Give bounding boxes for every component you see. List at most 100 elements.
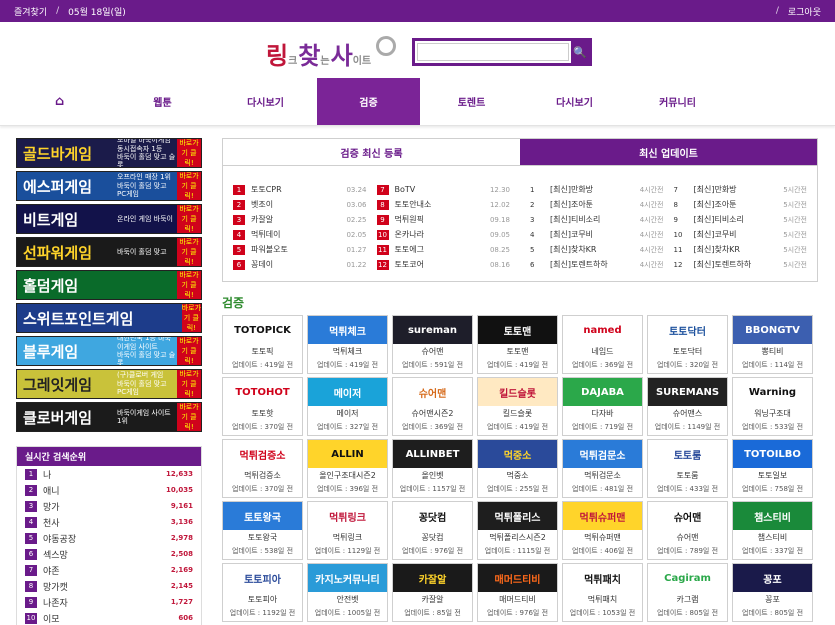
banner-cta[interactable]: 바로가기 클릭! — [177, 238, 201, 266]
rank-row[interactable]: 3 망가 9,161 — [17, 498, 201, 514]
list-item[interactable]: 8 토토안내소 12.02 — [376, 197, 510, 212]
site-card[interactable]: 먹튀링크 먹튀링크 업데이트 : 1129일 전 — [307, 501, 388, 560]
ad-banner[interactable]: 에스퍼게임 오프라인 매장 1위 바둑이 홀덤 맞고 PC게임 바로가기 클릭! — [16, 171, 202, 201]
banner-cta[interactable]: 바로가기 클릭! — [177, 370, 201, 398]
list-item[interactable]: 6 꽁데이 01.22 — [233, 257, 367, 272]
site-card[interactable]: DAJABA 다자바 업데이트 : 719일 전 — [562, 377, 643, 436]
bookmark-link[interactable]: 즐겨찾기 — [14, 5, 47, 18]
site-card[interactable]: sureman 슈어맨 업데이트 : 591일 전 — [392, 315, 473, 374]
banner-cta[interactable]: 바로가기 클릭! — [177, 403, 201, 431]
list-item[interactable]: 12 토토코어 08.16 — [376, 257, 510, 272]
site-card[interactable]: BBONGTV 뽕티비 업데이트 : 114일 전 — [732, 315, 813, 374]
list-item[interactable]: 3 [최신]티비소리 4시간전 — [530, 212, 664, 227]
nav-item[interactable]: 웹툰 — [111, 78, 214, 125]
list-item[interactable]: 3 카잘알 02.25 — [233, 212, 367, 227]
ad-banner[interactable]: 클로버게임 바둑이게임 사이트 1위 바로가기 클릭! — [16, 402, 202, 432]
rank-row[interactable]: 9 나존자 1,727 — [17, 594, 201, 610]
site-card[interactable]: 토토왕국 토토왕국 업데이트 : 538일 전 — [222, 501, 303, 560]
list-item[interactable]: 11 토토에그 08.25 — [376, 242, 510, 257]
recent-title[interactable]: 검증 최신 등록 — [223, 139, 520, 166]
ad-banner[interactable]: 골드바게임 모바일 바둑이게임 동시접속자 1등 바둑이 홀덤 맞고 슬롯 바로가기 … — [16, 138, 202, 168]
list-item[interactable]: 9 먹튀원픽 09.18 — [376, 212, 510, 227]
rank-row[interactable]: 2 애니 10,035 — [17, 482, 201, 498]
updates-title[interactable]: 최신 업데이트 — [520, 139, 817, 166]
banner-cta[interactable]: 바로가기 클릭! — [177, 337, 201, 365]
site-card[interactable]: 먹중소 먹중소 업데이트 : 255일 전 — [477, 439, 558, 498]
list-item[interactable]: 7 [최신]만화방 5시간전 — [674, 182, 808, 197]
site-card[interactable]: 슈어맨 슈어맨시즌2 업데이트 : 369일 전 — [392, 377, 473, 436]
nav-item[interactable]: 검증 — [317, 78, 420, 125]
site-card[interactable]: TOTOILBO 토토일보 업데이트 : 758일 전 — [732, 439, 813, 498]
site-card[interactable]: 토토피아 토토피아 업데이트 : 1192일 전 — [222, 563, 303, 622]
nav-item[interactable]: 다시보기 — [523, 78, 626, 125]
list-item[interactable]: 10 온카나라 09.05 — [376, 227, 510, 242]
rank-row[interactable]: 5 야동공장 2,978 — [17, 530, 201, 546]
rank-row[interactable]: 6 섹스망 2,508 — [17, 546, 201, 562]
list-item[interactable]: 9 [최신]티비소리 5시간전 — [674, 212, 808, 227]
list-item[interactable]: 2 벳조이 03.06 — [233, 197, 367, 212]
site-card[interactable]: 챔스티비 챔스티비 업데이트 : 337일 전 — [732, 501, 813, 560]
ad-banner[interactable]: 스위트포인트게임 바로가기 클릭! — [16, 303, 202, 333]
banner-cta[interactable]: 바로가기 클릭! — [181, 304, 201, 332]
ad-banner[interactable]: 홀덤게임 바로가기 클릭! — [16, 270, 202, 300]
site-card[interactable]: 토토닥터 토토닥터 업데이트 : 320일 전 — [647, 315, 728, 374]
site-card[interactable]: 토토맨 토토맨 업데이트 : 419일 전 — [477, 315, 558, 374]
nav-item[interactable]: ⌂ — [8, 78, 111, 125]
ad-banner[interactable]: 비트게임 온라인 게임 바둑이 바로가기 클릭! — [16, 204, 202, 234]
site-card[interactable]: ALLIN 올인구조대시즌2 업데이트 : 396일 전 — [307, 439, 388, 498]
list-item[interactable]: 10 [최신]코무비 5시간전 — [674, 227, 808, 242]
rank-row[interactable]: 10 이모 606 — [17, 610, 201, 625]
site-card[interactable]: 토토룸 토토룸 업데이트 : 433일 전 — [647, 439, 728, 498]
banner-cta[interactable]: 바로가기 클릭! — [177, 271, 201, 299]
banner-cta[interactable]: 바로가기 클릭! — [177, 172, 201, 200]
list-item[interactable]: 1 [최신]만화방 4시간전 — [530, 182, 664, 197]
site-card[interactable]: Warning 워닝구조대 업데이트 : 533일 전 — [732, 377, 813, 436]
site-card[interactable]: 먹튀슈퍼맨 먹튀슈퍼맨 업데이트 : 406일 전 — [562, 501, 643, 560]
logout-link[interactable]: 로그아웃 — [788, 5, 821, 18]
site-card[interactable]: 꽁포 꽁포 업데이트 : 805일 전 — [732, 563, 813, 622]
site-card[interactable]: ALLINBET 올인벳 업데이트 : 1157일 전 — [392, 439, 473, 498]
rank-row[interactable]: 7 야존 2,169 — [17, 562, 201, 578]
nav-item[interactable]: 토렌트 — [420, 78, 523, 125]
list-item[interactable]: 5 [최신]찾차KR 4시간전 — [530, 242, 664, 257]
rank-row[interactable]: 1 나 12,633 — [17, 466, 201, 482]
site-logo[interactable]: 링 크 찾 는 사 이트 — [266, 36, 397, 71]
site-card[interactable]: 메이저 메이저 업데이트 : 327일 전 — [307, 377, 388, 436]
site-card[interactable]: 먹튀폴리스 먹튀폴리스시즌2 업데이트 : 1115일 전 — [477, 501, 558, 560]
search-button[interactable]: 🔍 — [571, 41, 589, 63]
nav-item[interactable]: 다시보기 — [214, 78, 317, 125]
site-card[interactable]: 카잘알 카잘알 업데이트 : 85일 전 — [392, 563, 473, 622]
site-card[interactable]: named 네임드 업데이트 : 369일 전 — [562, 315, 643, 374]
banner-cta[interactable]: 바로가기 클릭! — [177, 205, 201, 233]
ad-banner[interactable]: 선파워게임 바둑이 홀덤 맞고 바로가기 클릭! — [16, 237, 202, 267]
site-card[interactable]: 먹튀검증소 먹튀검증소 업데이트 : 370일 전 — [222, 439, 303, 498]
search-input[interactable] — [417, 43, 569, 61]
site-card[interactable]: 먹튀패치 먹튀패치 업데이트 : 1053일 전 — [562, 563, 643, 622]
list-item[interactable]: 1 토토CPR 03.24 — [233, 182, 367, 197]
rank-row[interactable]: 8 망가캣 2,145 — [17, 578, 201, 594]
ad-banner[interactable]: 그레잇게임 (구)클로버 게임 바둑이 홀덤 맞고 PC게임 바로가기 클릭! — [16, 369, 202, 399]
list-item[interactable]: 11 [최신]찾차KR 5시간전 — [674, 242, 808, 257]
site-card[interactable]: TOTOHOT 토토핫 업데이트 : 370일 전 — [222, 377, 303, 436]
list-item[interactable]: 7 BoTV 12.30 — [376, 182, 510, 197]
site-card[interactable]: TOTOPICK 토토픽 업데이트 : 419일 전 — [222, 315, 303, 374]
list-item[interactable]: 5 파워볼오토 01.27 — [233, 242, 367, 257]
list-item[interactable]: 6 [최신]토렌트하하 4시간전 — [530, 257, 664, 272]
site-card[interactable]: 먹튀검문소 먹튀검문소 업데이트 : 481일 전 — [562, 439, 643, 498]
site-card[interactable]: 매머드티비 매머드티비 업데이트 : 976일 전 — [477, 563, 558, 622]
site-card[interactable]: 꽁닷컴 꽁닷컴 업데이트 : 976일 전 — [392, 501, 473, 560]
site-card[interactable]: 카지노커뮤니티 안전벳 업데이트 : 1005일 전 — [307, 563, 388, 622]
site-card[interactable]: 슈어맨 슈어맨 업데이트 : 789일 전 — [647, 501, 728, 560]
rank-row[interactable]: 4 천사 3,136 — [17, 514, 201, 530]
nav-item[interactable]: 커뮤니티 — [626, 78, 729, 125]
banner-cta[interactable]: 바로가기 클릭! — [177, 139, 201, 167]
list-item[interactable]: 4 [최신]코무비 4시간전 — [530, 227, 664, 242]
ad-banner[interactable]: 블루게임 대한민국 1등 바둑이게임 사이트 바둑이 홀덤 맞고 슬롯 바로가기 클릭… — [16, 336, 202, 366]
list-item[interactable]: 12 [최신]토렌트하하 5시간전 — [674, 257, 808, 272]
site-card[interactable]: 킬드슬롯 킬드슬롯 업데이트 : 419일 전 — [477, 377, 558, 436]
list-item[interactable]: 2 [최신]조아툰 4시간전 — [530, 197, 664, 212]
site-card[interactable]: SUREMANS 슈어맨스 업데이트 : 1149일 전 — [647, 377, 728, 436]
list-item[interactable]: 4 먹튀데이 02.05 — [233, 227, 367, 242]
site-card[interactable]: 먹튀체크 먹튀체크 업데이트 : 419일 전 — [307, 315, 388, 374]
list-item[interactable]: 8 [최신]조아툰 5시간전 — [674, 197, 808, 212]
